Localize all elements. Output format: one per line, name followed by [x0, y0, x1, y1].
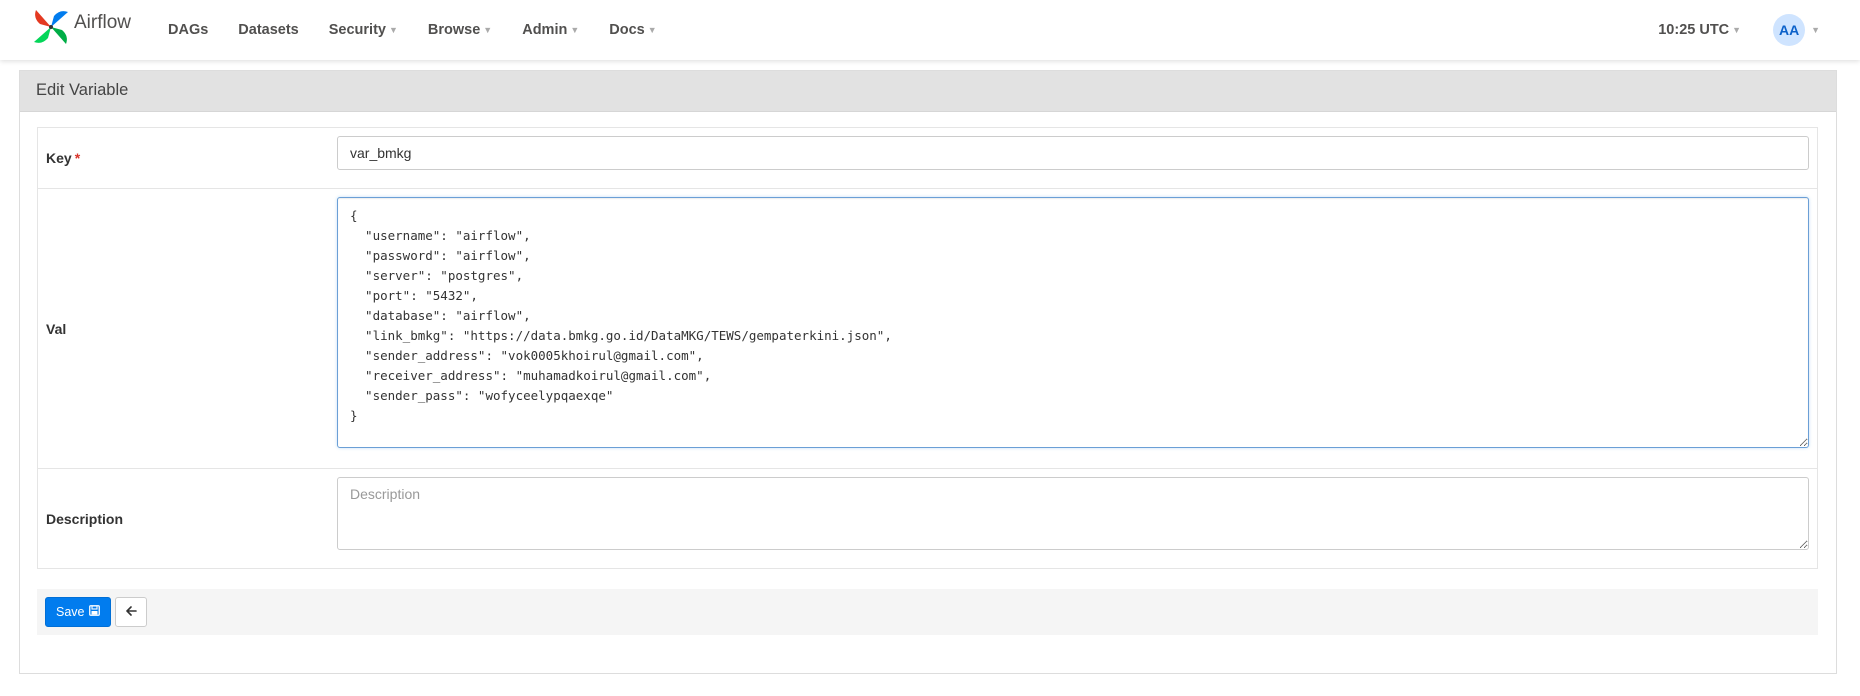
top-navbar: Airflow DAGs Datasets Security ▼ Browse …: [0, 0, 1860, 60]
panel-title: Edit Variable: [20, 71, 1836, 112]
caret-down-icon: ▼: [570, 25, 580, 35]
back-button[interactable]: [114, 597, 147, 627]
save-button[interactable]: Save: [45, 597, 111, 627]
nav-datasets[interactable]: Datasets: [238, 22, 298, 38]
key-row: Key *: [38, 128, 1817, 188]
nav-docs[interactable]: Docs ▼: [609, 22, 656, 38]
airflow-pinwheel-icon: [30, 6, 72, 51]
variable-form: Key * Val { "username": "airflow", "pass…: [37, 127, 1818, 569]
key-label: Key *: [38, 128, 337, 188]
key-input[interactable]: [337, 136, 1809, 170]
main-nav: DAGs Datasets Security ▼ Browse ▼ Admin …: [168, 0, 687, 60]
save-button-label: Save: [56, 605, 85, 619]
avatar: AA: [1773, 14, 1806, 46]
description-field-cell: [337, 469, 1817, 568]
caret-down-icon: ▼: [483, 25, 493, 35]
val-row: Val { "username": "airflow", "password":…: [38, 188, 1817, 468]
caret-down-icon: ▼: [1811, 25, 1820, 35]
description-label: Description: [38, 469, 337, 568]
nav-browse[interactable]: Browse ▼: [428, 22, 492, 38]
caret-down-icon: ▼: [1732, 25, 1742, 35]
val-label: Val: [38, 189, 337, 468]
arrow-left-icon: [125, 605, 137, 620]
description-label-text: Description: [46, 510, 124, 527]
description-row: Description: [38, 468, 1817, 568]
user-menu[interactable]: AA ▼: [1773, 14, 1820, 46]
floppy-disk-icon: [85, 605, 100, 619]
brand-name: Airflow: [74, 11, 132, 33]
edit-variable-panel: Edit Variable Key * Val { "username": "a…: [19, 70, 1837, 674]
nav-security-label: Security: [328, 22, 386, 38]
val-field-cell: { "username": "airflow", "password": "ai…: [337, 189, 1817, 468]
caret-down-icon: ▼: [647, 25, 657, 35]
nav-dags-label: DAGs: [168, 22, 209, 38]
nav-browse-label: Browse: [427, 22, 481, 38]
nav-datasets-label: Datasets: [238, 22, 299, 38]
utc-clock-dropdown[interactable]: 10:25 UTC ▼: [1658, 22, 1741, 38]
nav-right: 10:25 UTC ▼ AA ▼: [1658, 0, 1820, 60]
nav-dags[interactable]: DAGs: [168, 22, 208, 38]
form-actions: Save: [37, 589, 1818, 635]
nav-admin-label: Admin: [522, 22, 568, 38]
clock-label: 10:25 UTC: [1658, 22, 1730, 38]
nav-admin[interactable]: Admin ▼: [522, 22, 579, 38]
brand-link[interactable]: Airflow: [30, 6, 131, 51]
key-field-cell: [337, 128, 1817, 188]
caret-down-icon: ▼: [388, 25, 398, 35]
description-textarea[interactable]: [337, 477, 1809, 550]
val-textarea[interactable]: { "username": "airflow", "password": "ai…: [337, 197, 1809, 448]
nav-docs-label: Docs: [609, 22, 645, 38]
key-label-text: Key: [46, 150, 72, 166]
nav-security[interactable]: Security ▼: [329, 22, 398, 38]
required-mark: *: [74, 150, 81, 166]
val-label-text: Val: [46, 320, 67, 337]
